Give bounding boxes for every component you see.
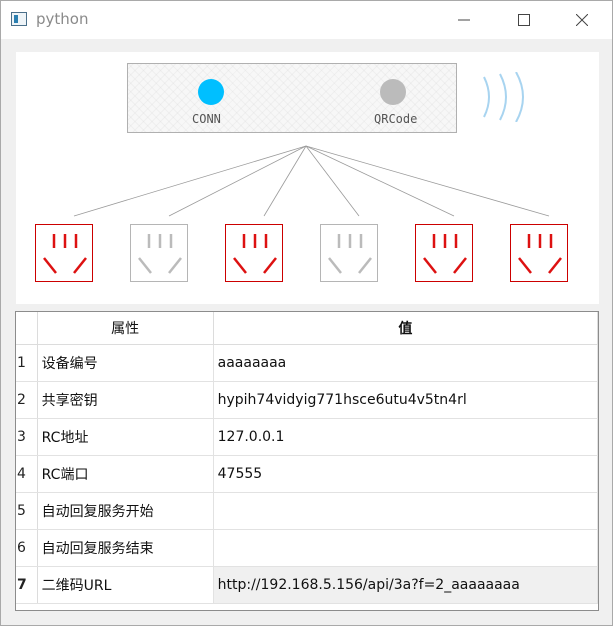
- maximize-button[interactable]: [501, 5, 547, 35]
- socket-4: [320, 224, 378, 282]
- table-row[interactable]: 6 自动回复服务结束: [16, 529, 599, 567]
- socket-icon: [328, 234, 372, 274]
- table-row[interactable]: 2 共享密钥 hypih74vidyig771hsce6utu4v5tn4rl: [16, 381, 599, 419]
- property-cell[interactable]: 共享密钥: [37, 381, 214, 419]
- property-cell[interactable]: 设备编号: [37, 344, 214, 382]
- main-window: python CONN QRCode 属性 值 1 设备编号 aaaaaaaa …: [0, 0, 613, 626]
- row-index[interactable]: 4: [16, 455, 38, 493]
- property-table[interactable]: 属性 值 1 设备编号 aaaaaaaa 2 共享密钥 hypih74vidyig771h…: [15, 311, 599, 611]
- qrcode-indicator: [380, 79, 406, 105]
- socket-3: [225, 224, 283, 282]
- row-index[interactable]: 5: [16, 492, 38, 530]
- maximize-icon: [518, 14, 530, 26]
- socket-1: [35, 224, 93, 282]
- connection-line-5: [305, 145, 455, 217]
- value-cell[interactable]: 127.0.0.1: [213, 418, 599, 456]
- socket-icon: [423, 234, 467, 274]
- value-cell[interactable]: [213, 529, 599, 567]
- value-cell[interactable]: http://192.168.5.156/api/3a?f=2_aaaaaaaa: [213, 566, 599, 604]
- socket-icon: [43, 234, 87, 274]
- conn-label: CONN: [192, 112, 221, 126]
- close-icon: [575, 13, 589, 27]
- row-index[interactable]: 2: [16, 381, 38, 419]
- window-title: python: [36, 10, 89, 28]
- row-index[interactable]: 6: [16, 529, 38, 567]
- device-box: CONN QRCode: [127, 63, 457, 133]
- minimize-button[interactable]: [441, 5, 487, 35]
- socket-icon: [233, 234, 277, 274]
- qrcode-label: QRCode: [374, 112, 418, 126]
- socket-5: [415, 224, 473, 282]
- table-row[interactable]: 7 二维码URL http://192.168.5.156/api/3a?f=2_a…: [16, 566, 599, 604]
- connection-line-6: [305, 145, 550, 217]
- row-index[interactable]: 1: [16, 344, 38, 382]
- table-corner: [16, 312, 38, 345]
- conn-indicator: [198, 79, 224, 105]
- header-value[interactable]: 值: [213, 312, 599, 345]
- property-cell[interactable]: 自动回复服务结束: [37, 529, 214, 567]
- property-cell[interactable]: 自动回复服务开始: [37, 492, 214, 530]
- property-cell[interactable]: RC地址: [37, 418, 214, 456]
- table-row[interactable]: 4 RC端口 47555: [16, 455, 599, 493]
- socket-icon: [138, 234, 182, 274]
- close-button[interactable]: [559, 5, 605, 35]
- table-row[interactable]: 5 自动回复服务开始: [16, 492, 599, 530]
- table-row[interactable]: 3 RC地址 127.0.0.1: [16, 418, 599, 456]
- table-row[interactable]: 1 设备编号 aaaaaaaa: [16, 344, 599, 382]
- app-icon: [11, 12, 27, 26]
- socket-icon: [518, 234, 562, 274]
- title-bar: python: [1, 1, 612, 39]
- row-index[interactable]: 7: [16, 566, 38, 604]
- wireless-signal-icon: [483, 72, 524, 122]
- property-cell[interactable]: 二维码URL: [37, 566, 214, 604]
- row-index[interactable]: 3: [16, 418, 38, 456]
- value-cell[interactable]: 47555: [213, 455, 599, 493]
- value-cell[interactable]: [213, 492, 599, 530]
- device-panel: CONN QRCode: [16, 52, 599, 304]
- socket-2: [130, 224, 188, 282]
- property-cell[interactable]: RC端口: [37, 455, 214, 493]
- value-cell[interactable]: aaaaaaaa: [213, 344, 599, 382]
- header-property[interactable]: 属性: [37, 312, 214, 345]
- connection-line-4: [305, 145, 360, 217]
- socket-6: [510, 224, 568, 282]
- minimize-icon: [458, 19, 470, 21]
- value-cell[interactable]: hypih74vidyig771hsce6utu4v5tn4rl: [213, 381, 599, 419]
